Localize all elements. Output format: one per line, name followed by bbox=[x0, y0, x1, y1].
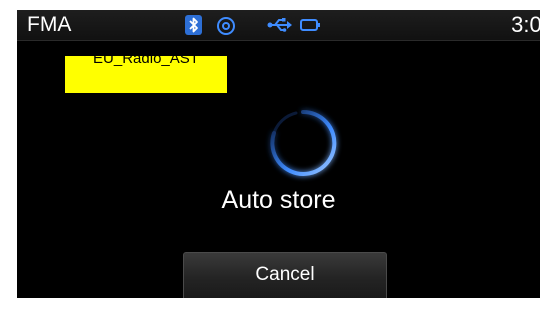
auto-store-status: Auto store bbox=[221, 186, 336, 214]
usb-icon bbox=[267, 18, 293, 37]
debug-label: EU_Radio_AST bbox=[65, 56, 227, 93]
loading-spinner-icon bbox=[270, 109, 337, 176]
source-label: FMA bbox=[27, 13, 72, 36]
status-bar: FMA 3:0 bbox=[17, 10, 540, 41]
disc-icon bbox=[216, 16, 236, 41]
clock: 3:09 bbox=[511, 12, 540, 37]
head-unit-screen: FMA 3:0 EU_Radio_AST Auto store Cancel bbox=[17, 10, 540, 298]
bluetooth-icon bbox=[185, 15, 202, 35]
battery-icon bbox=[300, 18, 322, 37]
cancel-button[interactable]: Cancel bbox=[183, 252, 387, 298]
